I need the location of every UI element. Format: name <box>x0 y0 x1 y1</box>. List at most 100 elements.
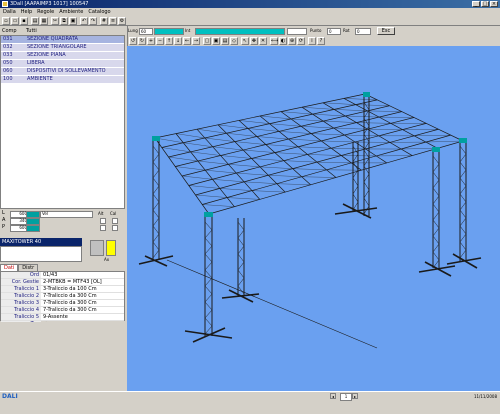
zoom-field[interactable] <box>287 28 307 35</box>
list-item[interactable]: 060 DISPOSITIVI DI SOLLEVAMENTO <box>1 68 124 76</box>
layers-icon[interactable]: ≡ <box>109 17 117 25</box>
menu-ambiente[interactable]: Ambiente <box>59 8 83 16</box>
rotate-right-icon[interactable]: ↻ <box>138 37 146 45</box>
preview-icon[interactable]: ▦ <box>40 17 48 25</box>
punto-field[interactable]: 0 <box>327 28 341 35</box>
component-name-bar: MAXITOWER 40 <box>0 238 82 246</box>
highlight-swatch[interactable] <box>106 240 116 256</box>
row-value[interactable]: 01/43 <box>41 272 57 278</box>
select-icon[interactable]: ↖ <box>241 37 249 45</box>
save-icon[interactable]: ▪ <box>20 17 28 25</box>
row-value[interactable]: 7-Traliccio da 300 Cm <box>41 293 97 299</box>
roof-brace <box>162 148 191 152</box>
roof-brace <box>226 133 257 136</box>
row-key: Traliccio 3 <box>1 300 41 306</box>
maximize-button[interactable]: □ <box>481 1 489 7</box>
open-file-icon[interactable]: ▭ <box>11 17 19 25</box>
menu-catalogo[interactable]: Catalogo <box>88 8 110 16</box>
prev-page-icon[interactable]: ◂ <box>330 393 336 399</box>
list-item[interactable]: 050 LIBERA <box>1 60 124 68</box>
roof-brace <box>313 114 346 116</box>
paste-icon[interactable]: ▣ <box>69 17 77 25</box>
menu-dalla[interactable]: Dalla <box>3 8 16 16</box>
zoom-in-icon[interactable]: + <box>147 37 155 45</box>
zoom-out-icon[interactable]: − <box>156 37 164 45</box>
left-panel: Comp Tutti 031 SEZIONE QUADRATA 032 SEZI… <box>0 26 128 390</box>
help-icon[interactable]: ? <box>317 37 325 45</box>
delete-icon[interactable]: ✕ <box>259 37 267 45</box>
print-icon[interactable]: ▤ <box>31 17 39 25</box>
close-button[interactable]: × <box>490 1 498 7</box>
cal-checkbox[interactable] <box>112 225 118 231</box>
roof-brace <box>284 161 317 162</box>
settings-icon[interactable]: ⚙ <box>118 17 126 25</box>
main-toolbar: ▫ ▭ ▪ ▤ ▦ ✂ ⧉ ▣ ↶ ↷ # ≡ ⚙ <box>0 16 500 26</box>
front-view-icon[interactable]: ▣ <box>212 37 220 45</box>
list-item[interactable]: 031 SEZIONE QUADRATA <box>1 36 124 44</box>
int-slider[interactable] <box>195 28 285 35</box>
rot-field[interactable]: 0 <box>355 28 371 35</box>
menu-help[interactable]: Help <box>21 8 32 16</box>
roof-brace <box>260 116 291 119</box>
exit-button[interactable]: Esc <box>377 27 395 35</box>
base-front-left <box>139 256 173 266</box>
undo-icon[interactable]: ↶ <box>80 17 88 25</box>
header-filter[interactable]: Tutti <box>26 28 37 35</box>
render-icon[interactable]: ◐ <box>279 37 287 45</box>
row-value[interactable]: 9-Assente <box>41 314 68 320</box>
detail-tabs: Dati Distr <box>0 264 38 271</box>
roof-brace <box>202 205 234 207</box>
pan-right-icon[interactable]: → <box>192 37 200 45</box>
redo-icon[interactable]: ↷ <box>89 17 97 25</box>
iso-view-icon[interactable]: ◇ <box>230 37 238 45</box>
list-item[interactable]: 033 SEZIONE PIANA <box>1 52 124 60</box>
pan-down-icon[interactable]: ↓ <box>174 37 182 45</box>
minimize-button[interactable]: _ <box>472 1 480 7</box>
roof-brace <box>311 134 344 135</box>
roof-brace <box>252 191 285 192</box>
pan-left-icon[interactable]: ← <box>183 37 191 45</box>
rotate-left-icon[interactable]: ↺ <box>129 37 137 45</box>
color-swatch[interactable] <box>26 225 40 232</box>
new-file-icon[interactable]: ▫ <box>2 17 10 25</box>
roof-brace <box>291 119 323 121</box>
copy-icon[interactable]: ⧉ <box>60 17 68 25</box>
grid-icon[interactable]: # <box>100 17 108 25</box>
roof-brace <box>183 143 212 147</box>
roof-brace <box>260 167 293 169</box>
brand-logo: DALI <box>2 393 18 400</box>
pan-up-icon[interactable]: ↑ <box>165 37 173 45</box>
lung-slider[interactable] <box>154 28 184 35</box>
top-view-icon[interactable]: ▢ <box>203 37 211 45</box>
lung-field[interactable]: 60 <box>139 28 153 35</box>
list-item[interactable]: 100 AMBIENTE <box>1 76 124 84</box>
row-key: Cor. Gestie <box>1 279 41 285</box>
item-code: 050 <box>1 60 27 67</box>
alt-checkbox[interactable] <box>100 225 106 231</box>
info-icon[interactable]: i <box>308 37 316 45</box>
next-page-icon[interactable]: ▸ <box>352 393 358 399</box>
int-label: Int <box>185 28 190 33</box>
3d-viewport[interactable] <box>127 46 500 391</box>
roof-brace <box>268 175 301 176</box>
side-view-icon[interactable]: ▤ <box>221 37 229 45</box>
list-item[interactable]: 032 SEZIONE TRIANGOLARE <box>1 44 124 52</box>
row-key: Ord <box>1 272 41 278</box>
roof-brace <box>239 120 270 123</box>
lung-label: Lung <box>128 28 138 33</box>
cut-icon[interactable]: ✂ <box>51 17 59 25</box>
roof-brace <box>189 186 220 189</box>
row-value[interactable]: 2-MTBKB = MTF43 [OL] <box>41 279 102 285</box>
refresh-icon[interactable]: ⟳ <box>297 37 305 45</box>
move-icon[interactable]: ✥ <box>250 37 258 45</box>
row-value[interactable]: 3-Traliccio da 100 Cm <box>41 286 97 292</box>
tower-bases <box>139 204 481 342</box>
table-row: Traliccio 27-Traliccio da 300 Cm <box>1 293 124 300</box>
row-value[interactable]: 7-Traliccio da 300 Cm <box>41 300 97 306</box>
measure-icon[interactable]: ⟷ <box>270 37 278 45</box>
roof-brace <box>298 147 331 148</box>
roof-brace <box>248 128 279 131</box>
row-value[interactable]: 7-Traliccio da 300 Cm <box>41 307 97 313</box>
lock-icon[interactable]: ⊕ <box>288 37 296 45</box>
menu-regole[interactable]: Regole <box>37 8 54 16</box>
